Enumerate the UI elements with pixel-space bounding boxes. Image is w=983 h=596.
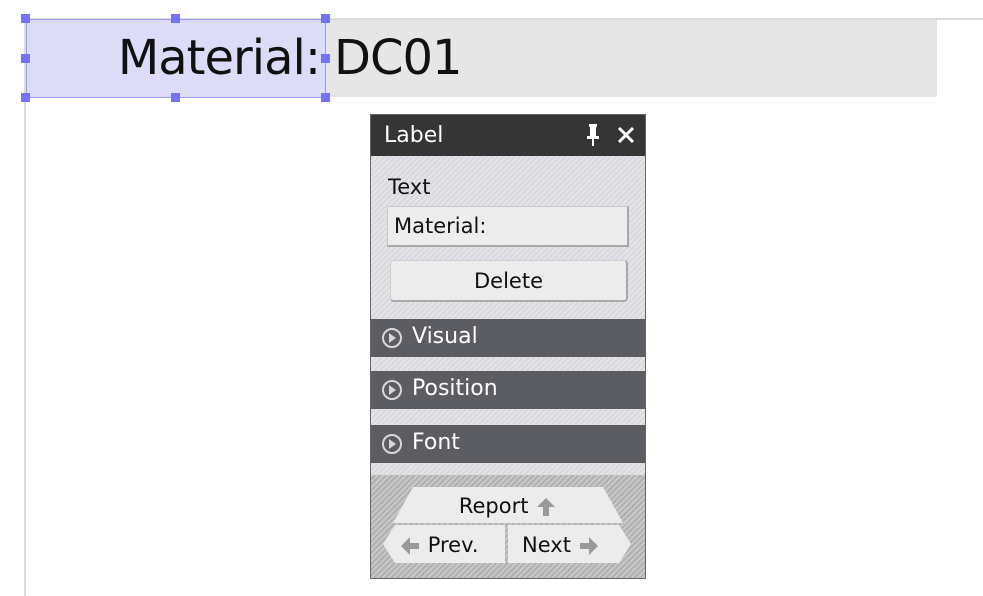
selected-label[interactable]: Material: bbox=[26, 20, 326, 97]
resize-handle-top-left[interactable] bbox=[21, 14, 30, 23]
prev-button[interactable]: Prev. bbox=[383, 525, 505, 563]
next-button[interactable]: Next bbox=[508, 525, 631, 563]
label-properties-panel: Label Text Delete Visual Position bbox=[370, 114, 646, 579]
resize-handle-top-right[interactable] bbox=[321, 14, 330, 23]
arrow-up-icon bbox=[537, 498, 556, 516]
label-text-input[interactable] bbox=[387, 206, 629, 247]
expand-circle-icon bbox=[382, 328, 402, 348]
report-label: Report bbox=[458, 494, 529, 518]
section-font[interactable]: Font bbox=[371, 425, 645, 463]
section-position[interactable]: Position bbox=[371, 371, 645, 409]
arrow-left-icon bbox=[401, 537, 419, 555]
expand-circle-icon bbox=[382, 380, 402, 400]
panel-title: Label bbox=[384, 123, 444, 148]
section-visual[interactable]: Visual bbox=[371, 319, 645, 357]
value-text: DC01 bbox=[334, 30, 463, 86]
prev-label: Prev. bbox=[427, 533, 479, 557]
navigation-area: Report Prev. Next bbox=[371, 475, 645, 578]
resize-handle-right[interactable] bbox=[321, 54, 330, 63]
canvas-guide-left bbox=[24, 18, 26, 596]
report-button[interactable]: Report bbox=[393, 487, 623, 523]
panel-header: Label bbox=[371, 115, 645, 156]
resize-handle-top[interactable] bbox=[171, 14, 180, 23]
section-label: Font bbox=[412, 430, 460, 455]
resize-handle-left[interactable] bbox=[21, 54, 30, 63]
text-field-label: Text bbox=[388, 175, 431, 199]
next-label: Next bbox=[522, 533, 571, 557]
section-label: Position bbox=[412, 376, 498, 401]
arrow-right-icon bbox=[579, 537, 598, 555]
section-label: Visual bbox=[412, 324, 478, 349]
resize-handle-bottom-right[interactable] bbox=[321, 93, 330, 102]
label-text: Material: bbox=[117, 30, 321, 86]
delete-button[interactable]: Delete bbox=[390, 260, 628, 302]
resize-handle-bottom-left[interactable] bbox=[21, 93, 30, 102]
value-field[interactable]: DC01 bbox=[326, 20, 937, 97]
resize-handle-bottom[interactable] bbox=[171, 93, 180, 102]
expand-circle-icon bbox=[382, 434, 402, 454]
close-icon[interactable] bbox=[615, 124, 637, 146]
pin-icon[interactable] bbox=[585, 123, 601, 147]
